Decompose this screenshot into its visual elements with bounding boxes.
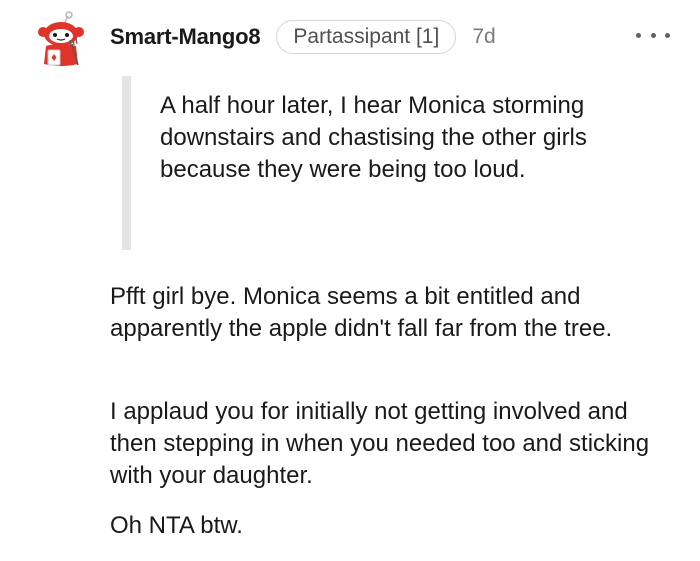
blockquote-text: A half hour later, I hear Monica stormin… (160, 92, 587, 183)
comment-paragraph: I applaud you for initially not getting … (110, 398, 650, 489)
ellipsis-icon (665, 32, 670, 38)
user-flair: Partassipant [1] (276, 20, 457, 54)
timestamp[interactable]: 7d (472, 25, 495, 49)
comment-header: Smart-Mango8 Partassipant [1] 7d (110, 18, 496, 56)
avatar-svg (38, 11, 84, 66)
ellipsis-icon (650, 32, 656, 38)
blockquote-bar (122, 76, 131, 250)
snoo-avatar-icon[interactable] (34, 10, 88, 68)
comment-paragraph: Pfft girl bye. Monica seems a bit entitl… (110, 283, 613, 342)
comment: Smart-Mango8 Partassipant [1] 7d A half … (0, 0, 700, 561)
more-options-button[interactable] (636, 20, 670, 50)
username[interactable]: Smart-Mango8 (110, 24, 261, 50)
comment-paragraph: Oh NTA btw. (110, 512, 243, 539)
ellipsis-icon (636, 32, 641, 38)
